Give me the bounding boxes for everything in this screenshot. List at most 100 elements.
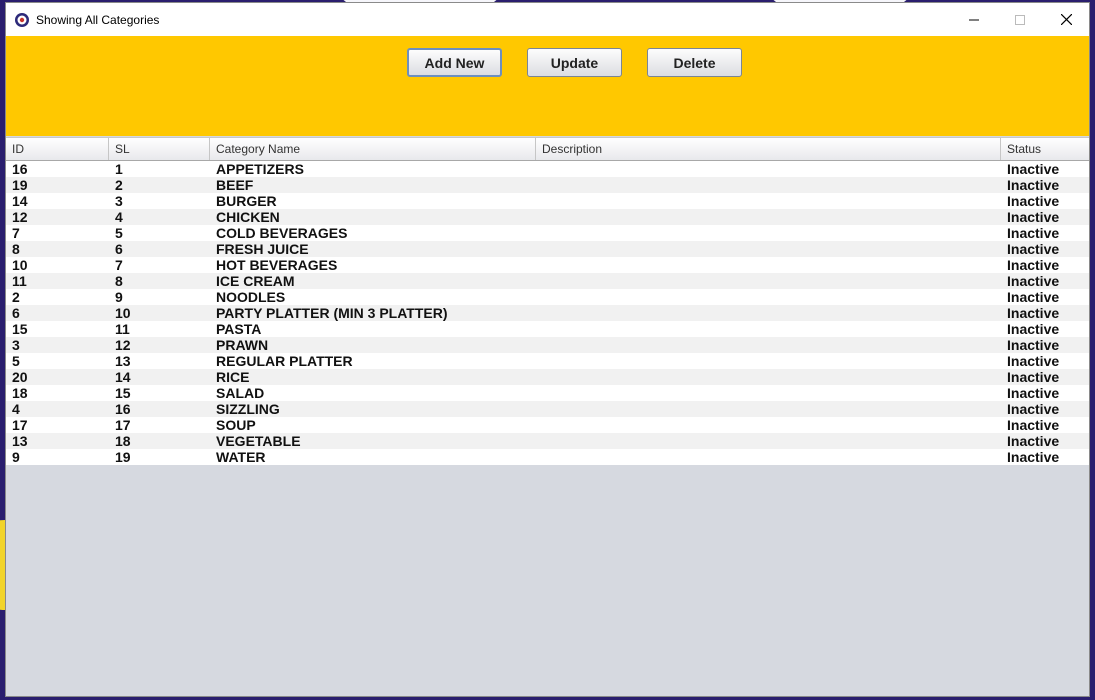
cell-status: Inactive [1007, 257, 1060, 273]
update-button[interactable]: Update [527, 48, 622, 77]
cell-category-name: APPETIZERS [216, 161, 304, 177]
table-row[interactable]: 6 10 PARTY PLATTER (MIN 3 PLATTER) Inactive [6, 305, 1089, 321]
cell-description [536, 161, 1001, 177]
cell-sl: 2 [115, 177, 123, 193]
cell-sl: 4 [115, 209, 123, 225]
action-toolbar: Add New Update Delete [6, 36, 1089, 136]
cell-sl: 19 [115, 449, 131, 465]
cell-id: 8 [12, 241, 20, 257]
cell-category-name: NOODLES [216, 289, 286, 305]
cell-id: 5 [12, 353, 20, 369]
cell-category-name: ICE CREAM [216, 273, 295, 289]
cell-status: Inactive [1007, 273, 1060, 289]
column-header-id[interactable]: ID [6, 138, 109, 160]
table-row[interactable]: 12 4 CHICKEN Inactive [6, 209, 1089, 225]
table-row[interactable]: 18 15 SALAD Inactive [6, 385, 1089, 401]
cell-id: 16 [12, 161, 28, 177]
maximize-button[interactable] [997, 3, 1043, 36]
close-button[interactable] [1043, 3, 1089, 36]
table-row[interactable]: 20 14 RICE Inactive [6, 369, 1089, 385]
cell-sl: 17 [115, 417, 131, 433]
close-icon [1060, 14, 1072, 25]
cell-sl: 12 [115, 337, 131, 353]
table-row[interactable]: 7 5 COLD BEVERAGES Inactive [6, 225, 1089, 241]
cell-id: 6 [12, 305, 20, 321]
cell-description [536, 449, 1001, 465]
table-header: ID SL Category Name Description Status [6, 137, 1089, 161]
delete-button[interactable]: Delete [647, 48, 742, 77]
column-header-sl[interactable]: SL [109, 138, 210, 160]
column-header-status[interactable]: Status [1001, 138, 1089, 160]
cell-sl: 15 [115, 385, 131, 401]
cell-status: Inactive [1007, 209, 1060, 225]
cell-id: 9 [12, 449, 20, 465]
cell-id: 11 [12, 273, 27, 289]
cell-sl: 13 [115, 353, 131, 369]
table-row[interactable]: 17 17 SOUP Inactive [6, 417, 1089, 433]
table-body: 16 1 APPETIZERS Inactive 19 2 BEEF Inactive 14 3 B… [6, 161, 1089, 465]
categories-table: ID SL Category Name Description Status 1… [6, 137, 1089, 465]
cell-category-name: SOUP [216, 417, 256, 433]
cell-description [536, 433, 1001, 449]
cell-category-name: REGULAR PLATTER [216, 353, 353, 369]
cell-id: 14 [12, 193, 28, 209]
cell-sl: 16 [115, 401, 131, 417]
cell-status: Inactive [1007, 433, 1060, 449]
table-row[interactable]: 16 1 APPETIZERS Inactive [6, 161, 1089, 177]
table-row[interactable]: 2 9 NOODLES Inactive [6, 289, 1089, 305]
cell-description [536, 305, 1001, 321]
cell-category-name: PASTA [216, 321, 262, 337]
cell-id: 10 [12, 257, 28, 273]
table-row[interactable]: 13 18 VEGETABLE Inactive [6, 433, 1089, 449]
cell-category-name: BEEF [216, 177, 254, 193]
table-row[interactable]: 14 3 BURGER Inactive [6, 193, 1089, 209]
minimize-icon [969, 19, 979, 20]
cell-status: Inactive [1007, 241, 1060, 257]
cell-id: 13 [12, 433, 28, 449]
table-row[interactable]: 4 16 SIZZLING Inactive [6, 401, 1089, 417]
table-row[interactable]: 10 7 HOT BEVERAGES Inactive [6, 257, 1089, 273]
cell-category-name: FRESH JUICE [216, 241, 309, 257]
cell-category-name: HOT BEVERAGES [216, 257, 338, 273]
cell-description [536, 401, 1001, 417]
cell-status: Inactive [1007, 353, 1060, 369]
cell-description [536, 417, 1001, 433]
title-bar[interactable]: Showing All Categories [6, 3, 1089, 36]
cell-status: Inactive [1007, 417, 1060, 433]
window-title: Showing All Categories [36, 12, 160, 27]
cell-description [536, 289, 1001, 305]
cell-sl: 14 [115, 369, 131, 385]
cell-id: 20 [12, 369, 28, 385]
cell-description [536, 321, 1001, 337]
cell-description [536, 385, 1001, 401]
cell-status: Inactive [1007, 369, 1060, 385]
cell-category-name: WATER [216, 449, 266, 465]
add-new-button[interactable]: Add New [407, 48, 502, 77]
cell-category-name: COLD BEVERAGES [216, 225, 348, 241]
cell-description [536, 353, 1001, 369]
table-row[interactable]: 5 13 REGULAR PLATTER Inactive [6, 353, 1089, 369]
gear-badge-icon [15, 12, 29, 27]
table-row[interactable]: 15 11 PASTA Inactive [6, 321, 1089, 337]
cell-category-name: PRAWN [216, 337, 269, 353]
table-row[interactable]: 9 19 WATER Inactive [6, 449, 1089, 465]
cell-id: 7 [12, 225, 20, 241]
cell-category-name: RICE [216, 369, 250, 385]
minimize-button[interactable] [951, 3, 997, 36]
cell-category-name: BURGER [216, 193, 277, 209]
table-row[interactable]: 8 6 FRESH JUICE Inactive [6, 241, 1089, 257]
cell-id: 12 [12, 209, 28, 225]
cell-sl: 18 [115, 433, 131, 449]
column-header-category-name[interactable]: Category Name [210, 138, 536, 160]
cell-category-name: VEGETABLE [216, 433, 301, 449]
cell-status: Inactive [1007, 305, 1060, 321]
cell-sl: 9 [115, 289, 123, 305]
table-row[interactable]: 3 12 PRAWN Inactive [6, 337, 1089, 353]
table-row[interactable]: 19 2 BEEF Inactive [6, 177, 1089, 193]
column-header-description[interactable]: Description [536, 138, 1001, 160]
cell-description [536, 369, 1001, 385]
table-row[interactable]: 11 8 ICE CREAM Inactive [6, 273, 1089, 289]
cell-description [536, 273, 1001, 289]
cell-id: 3 [12, 337, 20, 353]
cell-id: 18 [12, 385, 28, 401]
